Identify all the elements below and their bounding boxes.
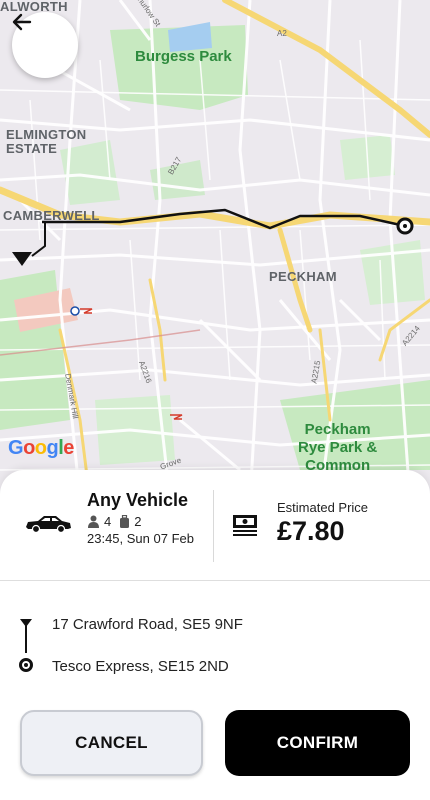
map-label-a2: A2 [277,29,287,38]
map-label-peckham-rye: Peckham Rye Park & Common [298,421,378,474]
cash-icon [233,515,257,536]
back-button[interactable] [12,12,78,78]
booking-sheet: Any Vehicle 4 2 23:45, Sun 07 Feb Estima… [0,470,430,800]
card-divider [213,490,214,562]
dropoff-address: Tesco Express, SE15 2ND [52,658,229,675]
price-caption: Estimated Price [277,500,369,515]
pickup-address: 17 Crawford Road, SE5 9NF [52,616,243,633]
vehicle-name: Any Vehicle [87,490,189,510]
map-label-burgess-park: Burgess Park [135,48,232,65]
map-label-peckham: PECKHAM [269,269,337,284]
vehicle-card[interactable]: Any Vehicle 4 2 23:45, Sun 07 Feb Estima… [0,470,430,580]
price-block: Estimated Price £7.80 [277,500,368,547]
map-label-camberwell: CAMBERWELL [3,208,100,223]
arrow-left-icon [12,13,32,31]
cancel-button[interactable]: CANCEL [20,710,203,776]
passenger-count: 4 [104,514,112,529]
pickup-datetime: 23:45, Sun 07 Feb [87,531,194,546]
map-label-walworth: ALWORTH [0,0,68,14]
route-map[interactable]: ALWORTH Thurlow St A2 Burgess Park ELMIN… [0,0,430,500]
route-connector [25,625,27,653]
route-summary: 17 Crawford Road, SE5 9NF Tesco Express,… [0,610,430,680]
dropoff-marker-icon [19,658,33,672]
section-divider [0,580,430,581]
luggage-icon [120,515,130,528]
confirm-button[interactable]: CONFIRM [225,710,410,776]
passenger-icon [88,515,99,528]
map-label-elmington-estate: ELMINGTON ESTATE [6,127,87,156]
vehicle-info: Any Vehicle 4 2 23:45, Sun 07 Feb [87,490,202,548]
luggage-count: 2 [134,514,142,529]
google-logo: Google [8,437,74,459]
vehicle-capacity: 4 2 [87,514,202,529]
booking-confirmation-screen: ALWORTH Thurlow St A2 Burgess Park ELMIN… [0,0,430,800]
car-icon [26,516,71,534]
price-value: £7.80 [277,516,345,546]
